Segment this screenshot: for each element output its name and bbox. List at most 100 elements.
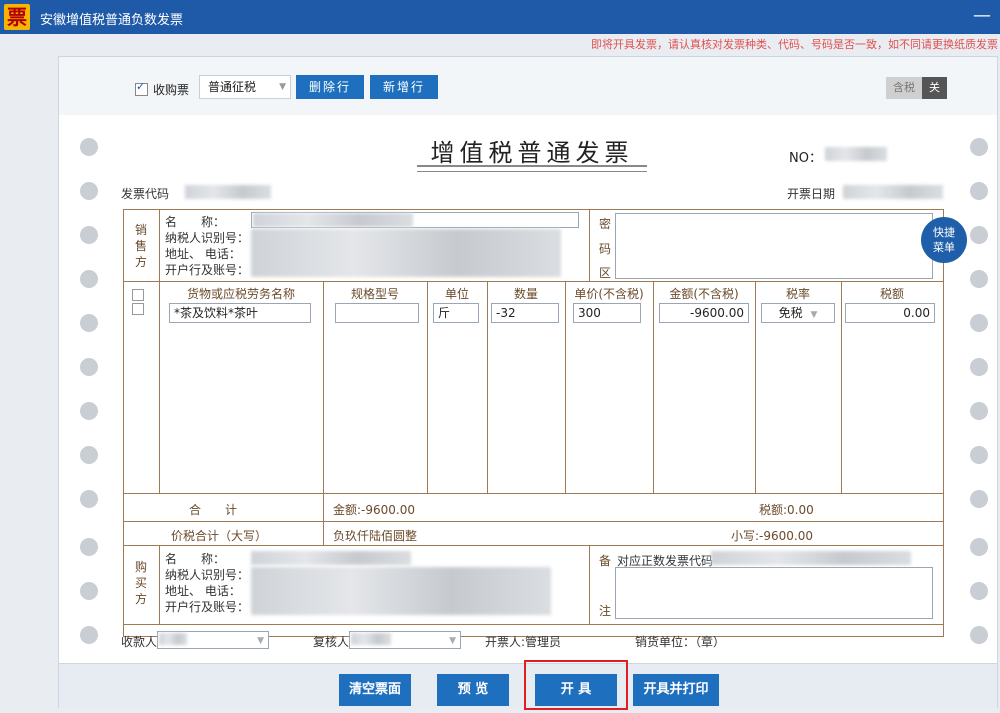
- perforation-dot: [970, 138, 988, 156]
- window-title: 安徽增值税普通负数发票: [40, 13, 184, 28]
- checkbox-checked-icon[interactable]: [135, 80, 148, 96]
- chevron-down-icon: ▼: [810, 310, 818, 320]
- item-amount-input[interactable]: -9600.00: [659, 303, 749, 323]
- buyer-taxid-label: 纳税人识别号：: [165, 568, 250, 582]
- table-border: [427, 281, 428, 493]
- quick-menu-button[interactable]: 快捷菜单: [921, 217, 967, 263]
- warning-text: 即将开具发票，请认真核对发票种类、代码、号码是否一致，如不同请更换纸质发票: [591, 38, 998, 51]
- seller-name-redacted: [253, 213, 413, 227]
- total-label: 合 计: [189, 503, 238, 517]
- perforation-dot: [970, 314, 988, 332]
- item-price-input[interactable]: 300: [573, 303, 641, 323]
- item-rate-select[interactable]: 免税 ▼: [761, 303, 835, 323]
- buyer-bank-label: 开户行及账号：: [165, 600, 250, 614]
- perforation-dot: [80, 138, 98, 156]
- reviewer-redacted: [351, 633, 391, 645]
- invoice-number-label: NO：: [789, 151, 822, 166]
- issue-print-button[interactable]: 开具并打印: [633, 674, 719, 706]
- perforation-dot: [970, 538, 988, 556]
- perforation-dot: [80, 446, 98, 464]
- seller-taxid-label: 纳税人识别号：: [165, 231, 250, 245]
- table-border: [565, 281, 566, 493]
- perforation-dot: [80, 490, 98, 508]
- tax-toggle-state[interactable]: 关: [922, 77, 947, 99]
- column-header-qty: 数量: [513, 287, 538, 301]
- buyer-side-label: 购买方: [135, 560, 148, 606]
- table-border: [123, 281, 943, 282]
- table-border: [755, 281, 756, 493]
- toolbar: 收购票 普通征税 ▼ 删除行 新增行 含税关: [59, 57, 997, 115]
- perforation-dot: [970, 182, 988, 200]
- buyer-address-label: 地址、 电话：: [165, 584, 241, 598]
- issue-button-highlight: [524, 660, 628, 710]
- remarks-label-1: 备: [599, 554, 612, 568]
- remarks-label-2: 注: [599, 604, 612, 618]
- select-all-checkbox[interactable]: [132, 289, 144, 301]
- cipher-area[interactable]: [615, 213, 933, 279]
- purchase-label: 收购票: [153, 83, 190, 97]
- seller-name-label: 名 称：: [165, 215, 226, 229]
- item-tax-input[interactable]: 0.00: [845, 303, 935, 323]
- seller-side-label: 销售方: [135, 223, 148, 269]
- seller-unit-label: 销货单位：（章）: [635, 635, 726, 649]
- purchase-checkbox[interactable]: 收购票: [135, 80, 190, 98]
- cipher-label-1: 密: [599, 217, 612, 231]
- table-border: [123, 545, 943, 546]
- item-qty-input[interactable]: -32: [491, 303, 559, 323]
- tax-included-label[interactable]: 含税: [886, 77, 922, 99]
- perforation-dot: [80, 182, 98, 200]
- delete-row-button[interactable]: 删除行: [296, 75, 364, 99]
- row-checkbox[interactable]: [132, 303, 144, 315]
- levy-type-select[interactable]: 普通征税 ▼: [199, 75, 291, 99]
- invoice-number-redacted: [825, 147, 887, 161]
- title-bar: 票 安徽增值税普通负数发票 —: [0, 0, 1000, 34]
- invoice-code-label: 发票代码: [121, 187, 170, 201]
- perforation-dot: [970, 402, 988, 420]
- chevron-down-icon: ▼: [279, 82, 286, 92]
- column-header-name: 货物或应税劳务名称: [186, 287, 295, 301]
- buyer-info-redacted: [251, 567, 551, 615]
- buyer-name-redacted: [251, 551, 411, 565]
- levy-type-value: 普通征税: [208, 80, 257, 94]
- table-border: [123, 209, 943, 210]
- title-underline: [417, 165, 647, 172]
- table-border: [487, 281, 488, 493]
- table-border: [159, 545, 160, 625]
- table-border: [159, 209, 160, 281]
- chevron-down-icon: ▼: [449, 636, 456, 646]
- issuer-label: 开票人:管理员: [485, 635, 562, 649]
- table-border: [123, 493, 943, 494]
- column-header-spec: 规格型号: [350, 287, 399, 301]
- clear-invoice-button[interactable]: 清空票面: [339, 674, 411, 706]
- remarks-area[interactable]: [615, 567, 933, 619]
- tax-included-toggle[interactable]: 含税关: [886, 77, 947, 99]
- buyer-name-label: 名 称：: [165, 552, 226, 566]
- seller-bank-label: 开户行及账号：: [165, 263, 250, 277]
- preview-button[interactable]: 预 览: [437, 674, 509, 706]
- table-border: [159, 281, 160, 493]
- payee-redacted: [159, 633, 187, 645]
- table-border: [589, 209, 590, 281]
- column-header-price: 单价(不含税): [574, 287, 644, 301]
- grand-total-small: 小写:-9600.00: [731, 529, 813, 543]
- column-header-tax: 税额: [879, 287, 904, 301]
- invoice-panel: 收购票 普通征税 ▼ 删除行 新增行 含税关 增值税普通发票 NO： 发票代码 …: [58, 56, 998, 710]
- seller-info-redacted: [251, 229, 561, 277]
- column-header-amount: 金额(不含税): [669, 287, 739, 301]
- table-border: [653, 281, 654, 493]
- perforation-dot: [970, 270, 988, 288]
- perforation-dot: [970, 490, 988, 508]
- remarks-text: 对应正数发票代码: [617, 554, 714, 568]
- perforation-dot: [970, 626, 988, 644]
- perforation-dot: [80, 582, 98, 600]
- add-row-button[interactable]: 新增行: [370, 75, 438, 99]
- item-name-input[interactable]: *茶及饮料*茶叶: [169, 303, 311, 323]
- perforation-dot: [80, 626, 98, 644]
- minimize-button[interactable]: —: [972, 4, 992, 28]
- item-unit-input[interactable]: 斤: [433, 303, 479, 323]
- perforation-dot: [80, 538, 98, 556]
- item-spec-input[interactable]: [335, 303, 419, 323]
- table-border: [123, 209, 124, 637]
- perforation-dot: [970, 582, 988, 600]
- quick-menu-label: 快捷菜单: [933, 226, 955, 254]
